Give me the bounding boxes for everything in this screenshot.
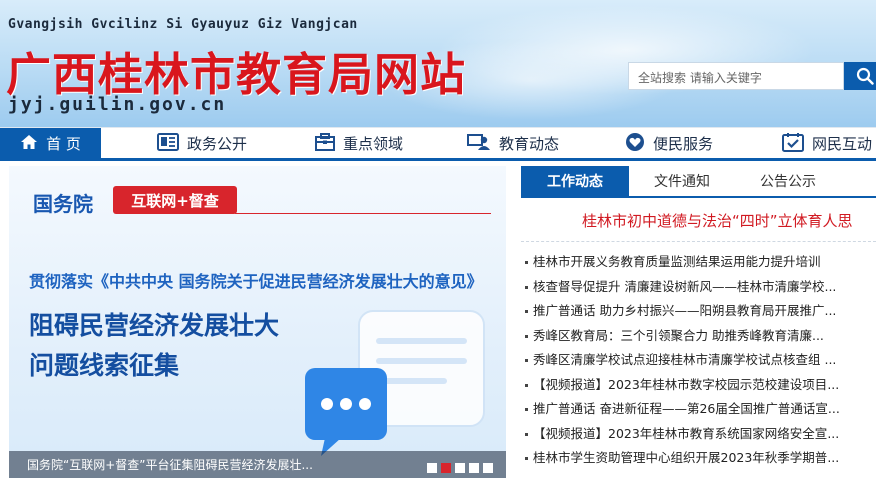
list-item[interactable]: 秀峰区清廉学校试点迎接桂林市清廉学校试点核查组 ...: [521, 348, 876, 373]
carousel-dot[interactable]: [483, 463, 493, 473]
heart-icon: [625, 132, 645, 156]
chat-bubble-icon: [305, 310, 485, 456]
carousel-dot[interactable]: [455, 463, 465, 473]
site-header: Gvangjsih Gvcilinz Si Gyauyuz Giz Vangjc…: [0, 0, 876, 127]
list-item[interactable]: 推广普通话 奋进新征程——第26届全国推广普通话宣...: [521, 397, 876, 422]
tab-work-news[interactable]: 工作动态: [521, 166, 629, 196]
nav-item-home[interactable]: 首 页: [0, 128, 101, 159]
checklist-icon: [782, 132, 804, 156]
news-headline[interactable]: 桂林市初中道德与法治“四时”立体育人思: [582, 210, 853, 231]
search-icon: [856, 67, 874, 85]
nav-item-public-service[interactable]: 便民服务: [625, 128, 713, 159]
banner-headline: 阻碍民营经济发展壮大: [29, 311, 280, 340]
banner-carousel[interactable]: 国务院 互联网+督查 贯彻落实《中共中央 国务院关于促进民营经济发展壮大的意见》…: [9, 166, 506, 478]
nav-item-label: 首 页: [46, 135, 81, 153]
nav-item-label: 政务公开: [187, 135, 248, 153]
list-item[interactable]: 推广普通话 助力乡村振兴——阳朔县教育局开展推广...: [521, 299, 876, 324]
person-icon: [467, 133, 491, 155]
news-list: 桂林市开展义务教育质量监测结果运用能力提升培训 核查督导促提升 清廉建设树新风—…: [521, 250, 876, 471]
list-item[interactable]: 【视频报道】2023年桂林市教育系统国家网络安全宣...: [521, 422, 876, 447]
nav-item-label: 便民服务: [653, 135, 714, 153]
banner-divider: [235, 213, 491, 214]
nav-item-edu-news[interactable]: 教育动态: [467, 128, 559, 159]
divider: [521, 241, 876, 242]
site-domain: jyj.guilin.gov.cn: [8, 94, 227, 115]
tab-notices[interactable]: 文件通知: [633, 166, 731, 196]
list-item[interactable]: 秀峰区教育局：三个引领聚合力 助推秀峰教育清廉...: [521, 324, 876, 349]
list-item[interactable]: 桂林市开展义务教育质量监测结果运用能力提升培训: [521, 250, 876, 275]
search-button[interactable]: [844, 62, 876, 90]
list-item[interactable]: 桂林市学生资助管理中心组织开展2023年秋季学期普...: [521, 446, 876, 471]
briefcase-icon: [315, 132, 335, 155]
site-pinyin-name: Gvangjsih Gvcilinz Si Gyauyuz Giz Vangjc…: [8, 17, 358, 32]
list-item[interactable]: 【视频报道】2023年桂林市数字校园示范校建设项目...: [521, 373, 876, 398]
banner-tag: 互联网+督查: [113, 186, 237, 214]
nav-item-label: 教育动态: [499, 135, 560, 153]
nav-item-interaction[interactable]: 网民互动: [782, 128, 872, 159]
nav-item-gov-affairs[interactable]: 政务公开: [157, 128, 247, 159]
tab-announcements[interactable]: 公告公示: [739, 166, 837, 196]
home-icon: [20, 134, 38, 154]
banner-caption[interactable]: 国务院“互联网+督查”平台征集阻碍民营经济发展壮...: [27, 456, 313, 473]
carousel-dot[interactable]: [469, 463, 479, 473]
banner-org: 国务院: [33, 192, 93, 216]
news-tabs: 工作动态 文件通知 公告公示: [521, 166, 876, 198]
main-nav: 首 页 政务公开 重点领域 教育动态 便民服务 网民互动: [0, 127, 876, 161]
nav-item-label: 重点领域: [343, 135, 404, 153]
carousel-dot-active[interactable]: [441, 463, 451, 473]
document-icon: [157, 132, 179, 155]
nav-item-key-areas[interactable]: 重点领域: [315, 128, 403, 159]
list-item[interactable]: 核查督导促提升 清廉建设树新风——桂林市清廉学校...: [521, 275, 876, 300]
carousel-indicators: [427, 463, 493, 473]
banner-subtitle: 贯彻落实《中共中央 国务院关于促进民营经济发展壮大的意见》: [29, 272, 483, 291]
banner-headline: 问题线索征集: [29, 351, 180, 380]
carousel-dot[interactable]: [427, 463, 437, 473]
search-input[interactable]: 全站搜索 请输入关键字: [628, 62, 844, 90]
nav-item-label: 网民互动: [812, 135, 873, 153]
